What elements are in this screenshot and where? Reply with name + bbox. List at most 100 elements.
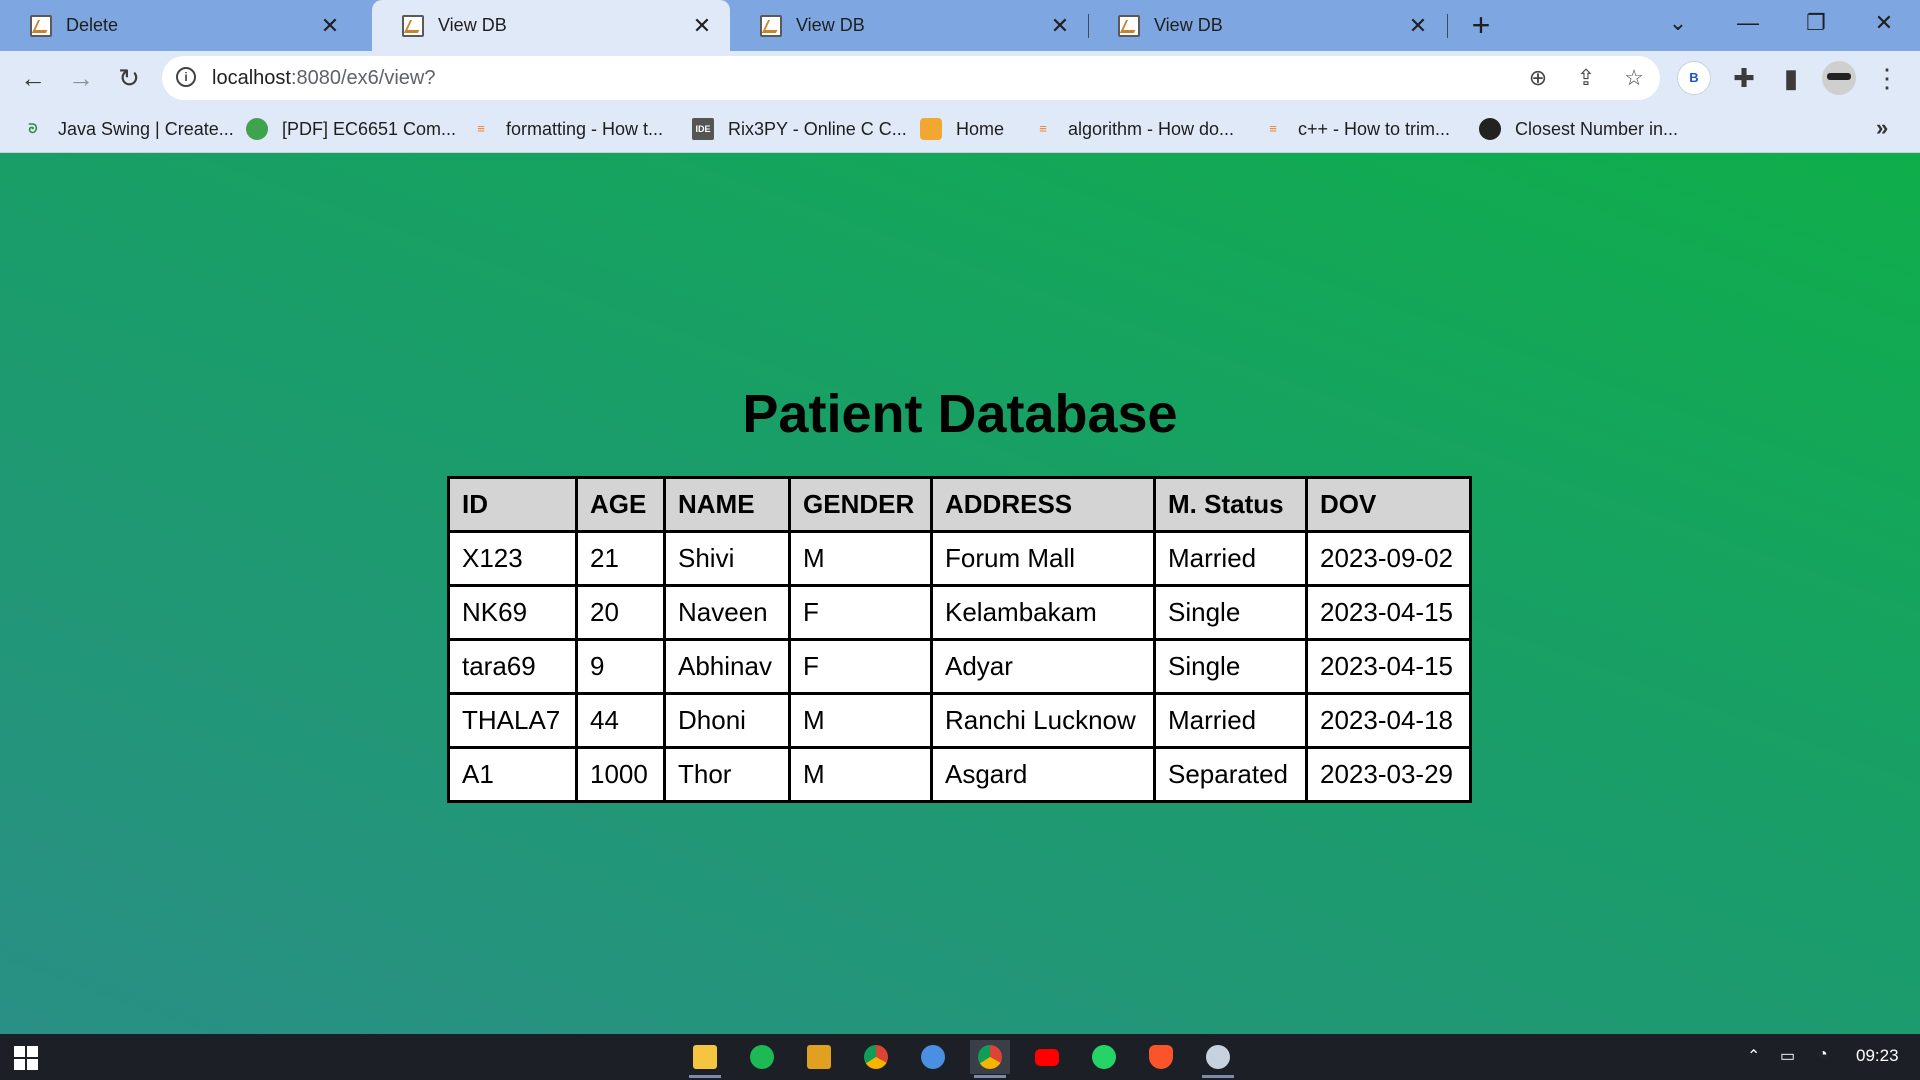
tab-favicon-icon xyxy=(760,14,782,37)
address-bar[interactable]: i localhost:8080/ex6/view? ⊕ ⇪ ☆ xyxy=(162,56,1660,100)
avatar[interactable] xyxy=(1822,61,1856,95)
bookmarks-overflow-chevron-icon[interactable]: » xyxy=(1876,115,1888,141)
cell-address: Adyar xyxy=(930,638,1156,695)
stackoverflow-icon: ≡ xyxy=(1269,121,1277,136)
reload-icon[interactable]: ↻ xyxy=(112,61,146,95)
cell-name: Thor xyxy=(663,746,791,803)
bookmark-item[interactable]: Closest Number in... xyxy=(1479,115,1678,143)
cell-id: X123 xyxy=(447,530,578,587)
cell-dov: 2023-04-18 xyxy=(1305,692,1472,749)
spotify-icon[interactable] xyxy=(742,1040,782,1074)
table-row: tara69 9 Abhinav F Adyar Single 2023-04-… xyxy=(447,638,1472,695)
windows-start-icon[interactable] xyxy=(14,1046,38,1070)
cell-dov: 2023-04-15 xyxy=(1305,584,1472,641)
bookmark-item[interactable]: Home xyxy=(920,115,1004,143)
cell-age: 9 xyxy=(575,638,666,695)
globe-colorful-icon xyxy=(246,118,268,140)
geeksforgeeks-icon: ᘒ xyxy=(28,121,38,136)
cell-dov: 2023-03-29 xyxy=(1305,746,1472,803)
settings-gear-icon[interactable] xyxy=(1198,1040,1238,1078)
tab-favicon-icon xyxy=(402,14,424,37)
cell-age: 21 xyxy=(575,530,666,587)
tab-view-db-active[interactable]: View DB ✕ xyxy=(372,0,730,51)
app-icon[interactable] xyxy=(799,1040,839,1074)
table-row: NK69 20 Naveen F Kelambakam Single 2023-… xyxy=(447,584,1472,641)
bookmark-item[interactable]: ≡ algorithm - How do... xyxy=(1032,115,1234,143)
site-info-icon[interactable]: i xyxy=(176,67,196,87)
page-content: Patient Database ID AGE NAME GENDER ADDR… xyxy=(0,153,1920,1034)
bookmarks-bar: ᘒ Java Swing | Create... [PDF] EC6651 Co… xyxy=(0,105,1920,153)
tab-close-icon[interactable]: ✕ xyxy=(1404,13,1432,39)
bookmark-label: [PDF] EC6651 Com... xyxy=(282,118,457,139)
cell-marital-status: Single xyxy=(1153,584,1308,641)
cell-gender: M xyxy=(788,530,933,587)
cell-age: 1000 xyxy=(575,746,666,803)
battery-icon[interactable]: ▭ xyxy=(1780,1046,1795,1066)
extensions-puzzle-icon[interactable]: ✚ xyxy=(1727,61,1761,95)
table-header-row: ID AGE NAME GENDER ADDRESS M. Status DOV xyxy=(447,476,1472,533)
share-icon[interactable]: ⇪ xyxy=(1570,62,1602,94)
tab-title: View DB xyxy=(438,15,507,35)
box-icon xyxy=(920,118,942,140)
stackoverflow-icon: ≡ xyxy=(1039,121,1047,136)
bookmark-label: formatting - How t... xyxy=(506,118,664,139)
cell-address: Kelambakam xyxy=(930,584,1156,641)
tab-delete[interactable]: Delete ✕ xyxy=(0,0,358,51)
wifi-icon[interactable]: ◔ xyxy=(1818,1046,1828,1064)
tab-separator xyxy=(1447,14,1448,38)
chrome-icon[interactable] xyxy=(970,1040,1010,1078)
whatsapp-icon[interactable] xyxy=(1084,1040,1124,1074)
cell-gender: M xyxy=(788,746,933,803)
tab-title: View DB xyxy=(796,15,865,35)
tray-chevron-up-icon[interactable]: ⌃ xyxy=(1747,1046,1760,1066)
ideone-icon: IDE xyxy=(692,118,714,140)
bookmark-star-icon[interactable]: ☆ xyxy=(1618,62,1650,94)
url-text[interactable]: localhost:8080/ex6/view? xyxy=(212,67,435,90)
page-title: Patient Database xyxy=(742,384,1178,444)
bookmark-item[interactable]: ≡ c++ - How to trim... xyxy=(1262,115,1450,143)
bookmark-label: Home xyxy=(956,118,1005,139)
tab-view-db-2[interactable]: View DB ✕ xyxy=(730,0,1088,51)
close-window-icon[interactable]: ✕ xyxy=(1864,8,1904,38)
cell-gender: M xyxy=(788,692,933,749)
tab-view-db-3[interactable]: View DB ✕ xyxy=(1088,0,1446,51)
spotify-icon[interactable] xyxy=(913,1040,953,1074)
forward-arrow-icon[interactable]: → xyxy=(64,61,98,95)
menu-kebab-icon[interactable]: ⋮ xyxy=(1870,61,1904,95)
bookmark-item[interactable]: [PDF] EC6651 Com... xyxy=(246,115,456,143)
bookmark-label: c++ - How to trim... xyxy=(1298,118,1451,139)
tab-close-icon[interactable]: ✕ xyxy=(316,13,344,39)
brave-icon[interactable] xyxy=(1141,1040,1181,1074)
bookmark-item[interactable]: IDE Rix3PY - Online C C... xyxy=(692,115,907,143)
column-header: ID xyxy=(447,476,578,533)
cell-gender: F xyxy=(788,638,933,695)
table-row: A1 1000 Thor M Asgard Separated 2023-03-… xyxy=(447,746,1472,803)
file-explorer-icon[interactable] xyxy=(685,1040,725,1078)
bookmark-label: algorithm - How do... xyxy=(1068,118,1235,139)
youtube-icon[interactable] xyxy=(1027,1040,1067,1074)
cell-id: A1 xyxy=(447,746,578,803)
bookmark-label: Rix3PY - Online C C... xyxy=(728,118,907,139)
cell-gender: F xyxy=(788,584,933,641)
cell-id: THALA7 xyxy=(447,692,578,749)
back-arrow-icon[interactable]: ← xyxy=(16,61,50,95)
cell-name: Abhinav xyxy=(663,638,791,695)
cell-dov: 2023-04-15 xyxy=(1305,638,1472,695)
plus-icon[interactable]: + xyxy=(1466,8,1496,42)
restore-icon[interactable]: ❐ xyxy=(1796,8,1836,38)
cell-id: NK69 xyxy=(447,584,578,641)
taskbar-clock[interactable]: 09:23 xyxy=(1856,1046,1899,1066)
tab-favicon-icon xyxy=(30,14,52,37)
tab-close-icon[interactable]: ✕ xyxy=(688,13,716,39)
chrome-icon[interactable] xyxy=(856,1040,896,1074)
profile-badge[interactable]: B xyxy=(1677,61,1711,95)
column-header: ADDRESS xyxy=(930,476,1156,533)
tab-close-icon[interactable]: ✕ xyxy=(1046,13,1074,39)
minimize-icon[interactable]: — xyxy=(1728,8,1768,38)
side-panel-icon[interactable]: ▮ xyxy=(1774,61,1808,95)
bookmark-item[interactable]: ≡ formatting - How t... xyxy=(470,115,663,143)
zoom-icon[interactable]: ⊕ xyxy=(1522,62,1554,94)
bookmark-item[interactable]: ᘒ Java Swing | Create... xyxy=(22,115,233,143)
cell-name: Naveen xyxy=(663,584,791,641)
tab-search-chevron-icon[interactable]: ⌄ xyxy=(1658,8,1698,38)
